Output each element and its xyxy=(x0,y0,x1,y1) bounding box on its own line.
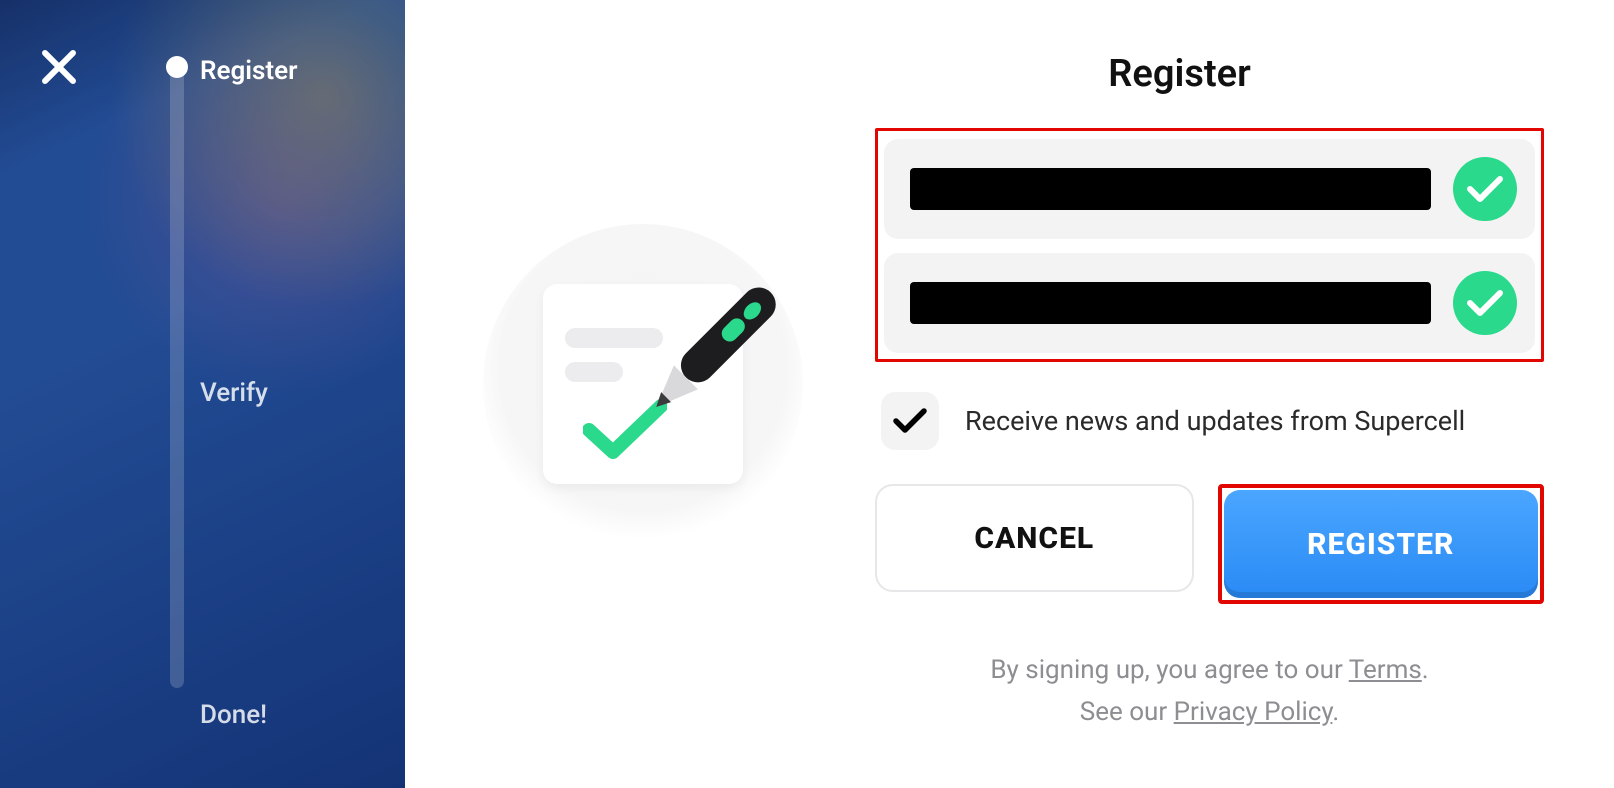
legal-text: By signing up, you agree to our Terms. S… xyxy=(875,650,1544,733)
paper-icon xyxy=(543,284,743,484)
progress-line xyxy=(170,66,184,688)
progress-dot-active xyxy=(166,56,188,78)
newsletter-label: Receive news and updates from Supercell xyxy=(965,405,1465,437)
main-panel: Register xyxy=(405,0,1614,788)
confirm-email-field[interactable] xyxy=(884,253,1535,353)
step-label-done: Done! xyxy=(200,700,267,730)
action-row: CANCEL REGISTER xyxy=(875,484,1544,604)
privacy-link[interactable]: Privacy Policy xyxy=(1174,697,1333,727)
register-highlight: REGISTER xyxy=(1218,484,1545,604)
register-button[interactable]: REGISTER xyxy=(1224,490,1539,598)
email-field[interactable] xyxy=(884,139,1535,239)
email-value-redacted xyxy=(910,168,1431,210)
newsletter-consent: Receive news and updates from Supercell xyxy=(881,392,1544,450)
register-form: Receive news and updates from Supercell … xyxy=(875,128,1544,733)
pen-icon xyxy=(605,254,805,454)
check-icon xyxy=(893,408,927,434)
legal2-prefix: See our xyxy=(1080,697,1174,727)
sidebar: Register Verify Done! xyxy=(0,0,405,788)
close-icon xyxy=(38,46,80,88)
step-label-verify: Verify xyxy=(200,378,268,408)
field-valid-badge xyxy=(1453,271,1517,335)
register-label: REGISTER xyxy=(1307,527,1454,562)
register-illustration xyxy=(483,224,803,544)
close-button[interactable] xyxy=(36,44,82,90)
field-valid-badge xyxy=(1453,157,1517,221)
legal2-suffix: . xyxy=(1332,697,1339,727)
cancel-button[interactable]: CANCEL xyxy=(875,484,1194,592)
page-title: Register xyxy=(405,52,1554,96)
confirm-value-redacted xyxy=(910,282,1431,324)
newsletter-checkbox[interactable] xyxy=(881,392,939,450)
legal-suffix: . xyxy=(1422,655,1429,685)
check-icon xyxy=(1467,175,1503,203)
legal-prefix: By signing up, you agree to our xyxy=(990,655,1348,685)
step-label-register: Register xyxy=(200,56,298,86)
check-icon xyxy=(1467,289,1503,317)
terms-link[interactable]: Terms xyxy=(1349,655,1422,685)
progress-steps: Register Verify Done! xyxy=(160,56,380,748)
cancel-label: CANCEL xyxy=(974,521,1094,556)
inputs-highlight xyxy=(875,128,1544,362)
